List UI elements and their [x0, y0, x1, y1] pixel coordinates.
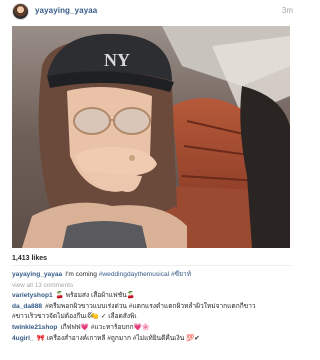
post-photo[interactable]: NY	[12, 26, 290, 248]
comment-item: twinkle21shop เกี่ฟฟฟ💗 #แวะหาร้อบกก💗🌸	[12, 323, 294, 334]
caption-username[interactable]: yayaying_yayaa	[12, 271, 62, 278]
post-card: yayaying_yayaa 3m NY 1,413 likes yayayin…	[0, 0, 304, 360]
likes-count[interactable]: 1,413 likes	[12, 255, 47, 262]
svg-text:NY: NY	[104, 50, 130, 70]
comment-username[interactable]: twinkle21shop	[12, 324, 57, 331]
view-all-comments-link[interactable]: view all 13 comments	[12, 281, 294, 292]
post-timestamp: 3m	[281, 6, 293, 15]
post-username[interactable]: yayaying_yayaa	[35, 6, 97, 15]
comment-username[interactable]: 4ugirl_	[12, 335, 34, 342]
caption: yayaying_yayaa I'm coming #weddingdaythem…	[12, 270, 294, 281]
comment-username[interactable]: varietyshop1	[12, 292, 53, 299]
divider	[12, 265, 292, 266]
selfie-photo-illustration: NY	[12, 26, 290, 248]
comment-item-continued: #ขาวเร็วขาวจัดไม่ต้องกี่นเจ๊🍋 ✓ เลือดสั่…	[12, 312, 294, 323]
comment-text: เกี่ฟฟฟ💗 #แวะหาร้อบกก💗🌸	[60, 323, 151, 331]
comment-text: #ขาวเร็วขาวจัดไม่ต้องกี่นเจ๊🍋 ✓ เลือดสั่…	[12, 313, 137, 321]
avatar[interactable]	[12, 3, 29, 20]
comment-username[interactable]: da_da888	[12, 303, 42, 310]
comments-section: yayaying_yayaa I'm coming #weddingdaythem…	[12, 270, 294, 344]
comment-item: 4ugirl_ 🎀 เครื่องสำอางค์เกาหลี #ถูกมาก #ไ…	[12, 334, 294, 345]
comment-text: #ครีมพอกผิวขาวแบบเร่งด่วน #แตกแรงด่ำแตกผ…	[45, 302, 256, 310]
caption-text: I'm coming	[65, 271, 99, 278]
caption-hashtag[interactable]: #weddingdaythemusical	[99, 271, 169, 278]
post-header: yayaying_yayaa 3m	[0, 0, 304, 24]
caption-hashtag[interactable]: #ซียาห์	[171, 271, 191, 278]
comment-text: 🍒 พร้อมส่ง เสื้อผ้าแฟชั่น🍒	[55, 292, 135, 300]
comment-item: da_da888 #ครีมพอกผิวขาวแบบเร่งด่วน #แตกแร…	[12, 302, 294, 313]
comment-text: 🎀 เครื่องสำอางค์เกาหลี #ถูกมาก #ไม่แท้ยิ…	[36, 334, 200, 342]
comment-item: varietyshop1 🍒 พร้อมส่ง เสื้อผ้าแฟชั่น🍒	[12, 291, 294, 302]
